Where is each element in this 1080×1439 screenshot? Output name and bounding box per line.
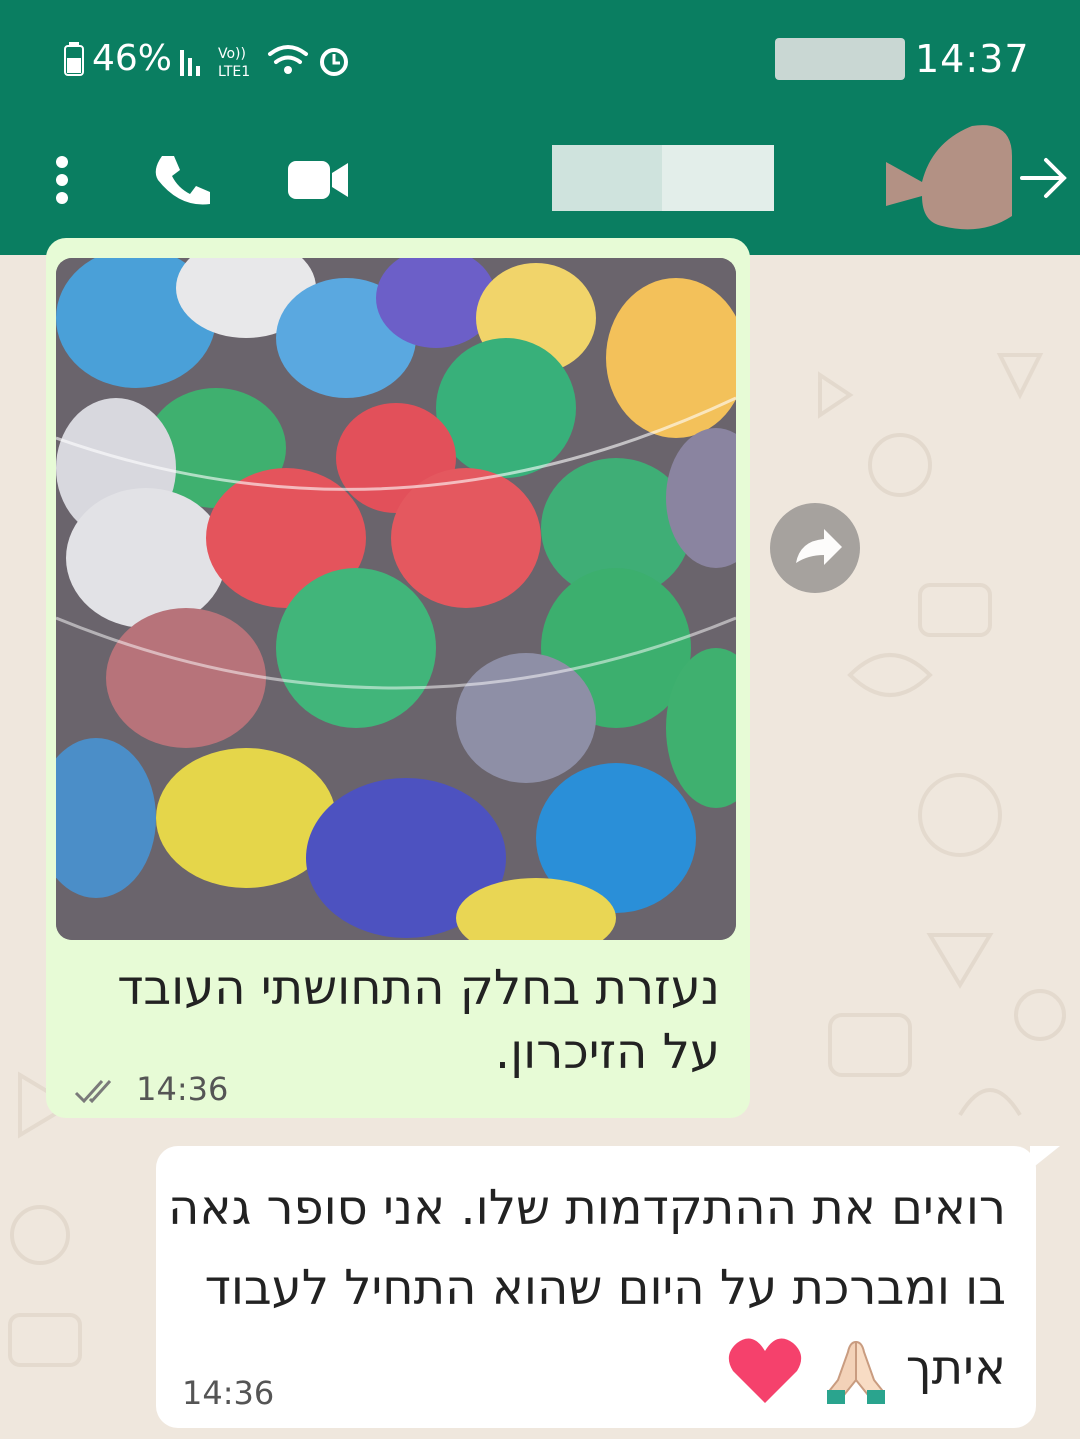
signal-wifi-alarm-icons: Vo)) LTE1 <box>180 45 348 80</box>
double-check-icon <box>74 1079 112 1104</box>
share-arrow-icon <box>796 529 842 565</box>
menu-dots-icon[interactable] <box>40 150 84 210</box>
svg-text:Vo)): Vo)) <box>218 46 246 62</box>
call-icon[interactable] <box>150 150 212 210</box>
contact-name-redacted[interactable] <box>552 145 774 211</box>
battery-percent: 46% <box>92 38 173 79</box>
folded-hands-icon <box>826 1340 885 1404</box>
app-header: 46% Vo)) LTE1 14:37 <box>0 0 1080 255</box>
video-call-icon[interactable] <box>284 155 352 205</box>
outgoing-message[interactable]: רואים את ההתקדמות שלו. אני סופר גאה בו ו… <box>156 1146 1036 1428</box>
status-clock: 14:37 <box>915 37 1030 81</box>
battery-icon <box>64 42 84 76</box>
red-heart-icon <box>729 1338 802 1403</box>
avatar[interactable] <box>878 122 1018 232</box>
back-arrow-icon[interactable] <box>1018 150 1070 206</box>
status-bar: 46% Vo)) LTE1 14:37 <box>0 0 1080 110</box>
message-meta: 14:36 <box>74 1070 228 1110</box>
message-caption: נעזרת בחלק התחושתי העובד על הזיכרון. <box>117 960 720 1080</box>
message-text: רואים את ההתקדמות שלו. אני סופר גאה בו ו… <box>166 1168 1006 1408</box>
network-label: LTE1 <box>218 64 250 80</box>
incoming-message[interactable]: נעזרת בחלק התחושתי העובד על הזיכרון. 14:… <box>46 238 750 1118</box>
forward-button[interactable] <box>770 503 860 593</box>
message-time: 14:36 <box>182 1374 275 1412</box>
message-photo[interactable] <box>56 258 736 940</box>
message-time: 14:36 <box>136 1070 229 1108</box>
photo-candy-balls <box>56 258 736 940</box>
redacted-area <box>775 38 905 80</box>
